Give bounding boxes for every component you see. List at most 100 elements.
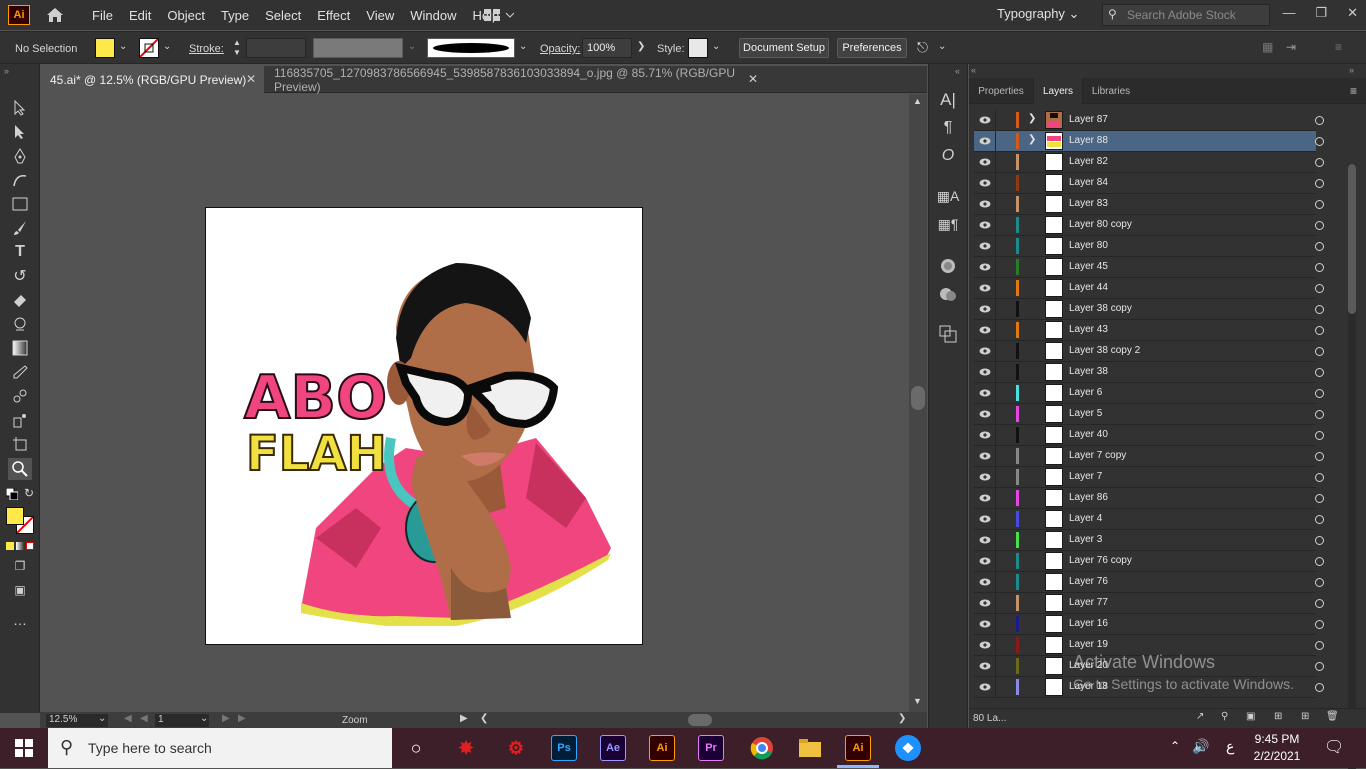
layer-target-icon[interactable]: [1315, 494, 1324, 503]
layer-target-icon[interactable]: [1315, 599, 1324, 608]
paintbrush-tool-icon[interactable]: [10, 218, 30, 238]
collapse-icon[interactable]: «: [971, 65, 976, 75]
visibility-eye-icon[interactable]: [978, 281, 992, 295]
layer-target-icon[interactable]: [1315, 431, 1324, 440]
eraser-tool-icon[interactable]: [10, 290, 30, 310]
layer-row[interactable]: Layer 4: [974, 509, 1324, 530]
layer-target-icon[interactable]: [1315, 683, 1324, 692]
menu-edit[interactable]: Edit: [121, 8, 159, 23]
visibility-eye-icon[interactable]: [978, 260, 992, 274]
scroll-left-icon[interactable]: ❮: [480, 713, 488, 724]
input-language[interactable]: ع: [1226, 738, 1234, 755]
layer-row[interactable]: Layer 84: [974, 173, 1324, 194]
layer-target-icon[interactable]: [1315, 389, 1324, 398]
visibility-eye-icon[interactable]: [978, 617, 992, 631]
layer-row[interactable]: Layer 82: [974, 152, 1324, 173]
layer-row[interactable]: Layer 16: [974, 614, 1324, 635]
layer-target-icon[interactable]: [1315, 578, 1324, 587]
chevron-down-icon[interactable]: ⌄: [98, 713, 106, 724]
visibility-eye-icon[interactable]: [978, 344, 992, 358]
layer-row[interactable]: Layer 44: [974, 278, 1324, 299]
visibility-eye-icon[interactable]: [978, 302, 992, 316]
layer-target-icon[interactable]: [1315, 284, 1324, 293]
screen-mode-icon[interactable]: ▣: [10, 580, 30, 600]
layer-target-icon[interactable]: [1315, 662, 1324, 671]
more-tools-icon[interactable]: …: [10, 610, 30, 630]
visibility-eye-icon[interactable]: [978, 218, 992, 232]
scroll-thumb[interactable]: [1348, 164, 1356, 314]
layer-target-icon[interactable]: [1315, 536, 1324, 545]
previous-artboard-icon[interactable]: ◀: [140, 713, 148, 724]
close-panel-icon[interactable]: »: [1349, 65, 1354, 75]
clock[interactable]: 9:45 PM 2/2/2021: [1250, 731, 1304, 765]
layer-row[interactable]: Layer 40: [974, 425, 1324, 446]
tab-layers[interactable]: Layers: [1033, 78, 1083, 104]
visibility-eye-icon[interactable]: [978, 491, 992, 505]
close-icon[interactable]: ✕: [1347, 5, 1358, 21]
layer-row[interactable]: Layer 5: [974, 404, 1324, 425]
locate-object-icon[interactable]: ⚲: [1221, 711, 1228, 722]
menu-view[interactable]: View: [358, 8, 402, 23]
arrange-documents-icon[interactable]: [484, 8, 515, 25]
taskbar-app-ai-icon[interactable]: Ai: [649, 735, 675, 761]
minimize-icon[interactable]: —: [1282, 5, 1295, 21]
chevron-down-icon[interactable]: ⌄: [519, 41, 527, 52]
layer-row[interactable]: ❯ Layer 87: [974, 110, 1324, 131]
close-icon[interactable]: ✕: [748, 72, 758, 86]
taskbar-app-pr-icon[interactable]: Pr: [698, 735, 724, 761]
layer-target-icon[interactable]: [1315, 326, 1324, 335]
layer-row[interactable]: Layer 76 copy: [974, 551, 1324, 572]
layer-target-icon[interactable]: [1315, 200, 1324, 209]
layer-target-icon[interactable]: [1315, 641, 1324, 650]
warp-tool-icon[interactable]: [10, 314, 30, 334]
taskbar-app-ae-icon[interactable]: Ae: [600, 735, 626, 761]
stroke-weight-input[interactable]: [246, 38, 306, 58]
zoom-tool-icon[interactable]: [8, 458, 32, 480]
menu-file[interactable]: File: [84, 8, 121, 23]
show-hidden-icons-icon[interactable]: ⌃: [1170, 739, 1180, 753]
chevron-right-icon[interactable]: ❯: [637, 41, 645, 52]
layer-row[interactable]: Layer 6: [974, 383, 1324, 404]
menu-select[interactable]: Select: [257, 8, 309, 23]
scroll-down-icon[interactable]: ▼: [913, 696, 922, 706]
layer-target-icon[interactable]: [1315, 620, 1324, 629]
windows-start-icon[interactable]: [0, 728, 48, 768]
layer-row[interactable]: Layer 77: [974, 593, 1324, 614]
preferences-button[interactable]: Preferences: [837, 38, 907, 58]
visibility-eye-icon[interactable]: [978, 512, 992, 526]
visibility-eye-icon[interactable]: [978, 386, 992, 400]
scroll-thumb[interactable]: [911, 386, 925, 410]
visibility-eye-icon[interactable]: [978, 134, 992, 148]
panel-menu-icon[interactable]: ≡: [1350, 84, 1357, 98]
tab-45-ai[interactable]: 45.ai* @ 12.5% (RGB/GPU Preview) ✕: [40, 66, 264, 93]
layer-target-icon[interactable]: [1315, 368, 1324, 377]
fill-color-icon[interactable]: [6, 507, 24, 525]
gradient-tool-icon[interactable]: [10, 338, 30, 358]
swap-colors-icon[interactable]: ↻: [24, 486, 34, 500]
visibility-eye-icon[interactable]: [978, 659, 992, 673]
layer-target-icon[interactable]: [1315, 473, 1324, 482]
align-icon[interactable]: ▦: [1262, 40, 1273, 54]
delete-layer-icon[interactable]: 🗑: [1326, 711, 1339, 722]
layer-target-icon[interactable]: [1315, 116, 1324, 125]
visibility-eye-icon[interactable]: [978, 407, 992, 421]
tab-jpg-image[interactable]: 116835705_1270983786566945_5398587836103…: [264, 66, 766, 94]
illustrator-taskbar-icon[interactable]: Ai: [845, 735, 871, 761]
layer-row[interactable]: Layer 76: [974, 572, 1324, 593]
chevron-down-icon[interactable]: ⌄: [200, 713, 208, 724]
chevron-down-icon[interactable]: ⌄: [163, 41, 171, 52]
next-artboard-icon[interactable]: ▶: [222, 713, 230, 724]
layer-row[interactable]: Layer 38 copy 2: [974, 341, 1324, 362]
appearance-icon[interactable]: [938, 256, 958, 276]
layer-target-icon[interactable]: [1315, 452, 1324, 461]
distribute-icon[interactable]: ⇥: [1286, 40, 1296, 54]
layer-target-icon[interactable]: [1315, 347, 1324, 356]
tab-properties[interactable]: Properties: [969, 78, 1033, 104]
visibility-eye-icon[interactable]: [978, 449, 992, 463]
status-menu-icon[interactable]: ▶: [460, 713, 468, 724]
layer-target-icon[interactable]: [1315, 557, 1324, 566]
layer-row[interactable]: ❯ Layer 88: [974, 131, 1324, 152]
visibility-eye-icon[interactable]: [978, 197, 992, 211]
menu-effect[interactable]: Effect: [309, 8, 358, 23]
draw-mode-icon[interactable]: ❐: [10, 556, 30, 576]
